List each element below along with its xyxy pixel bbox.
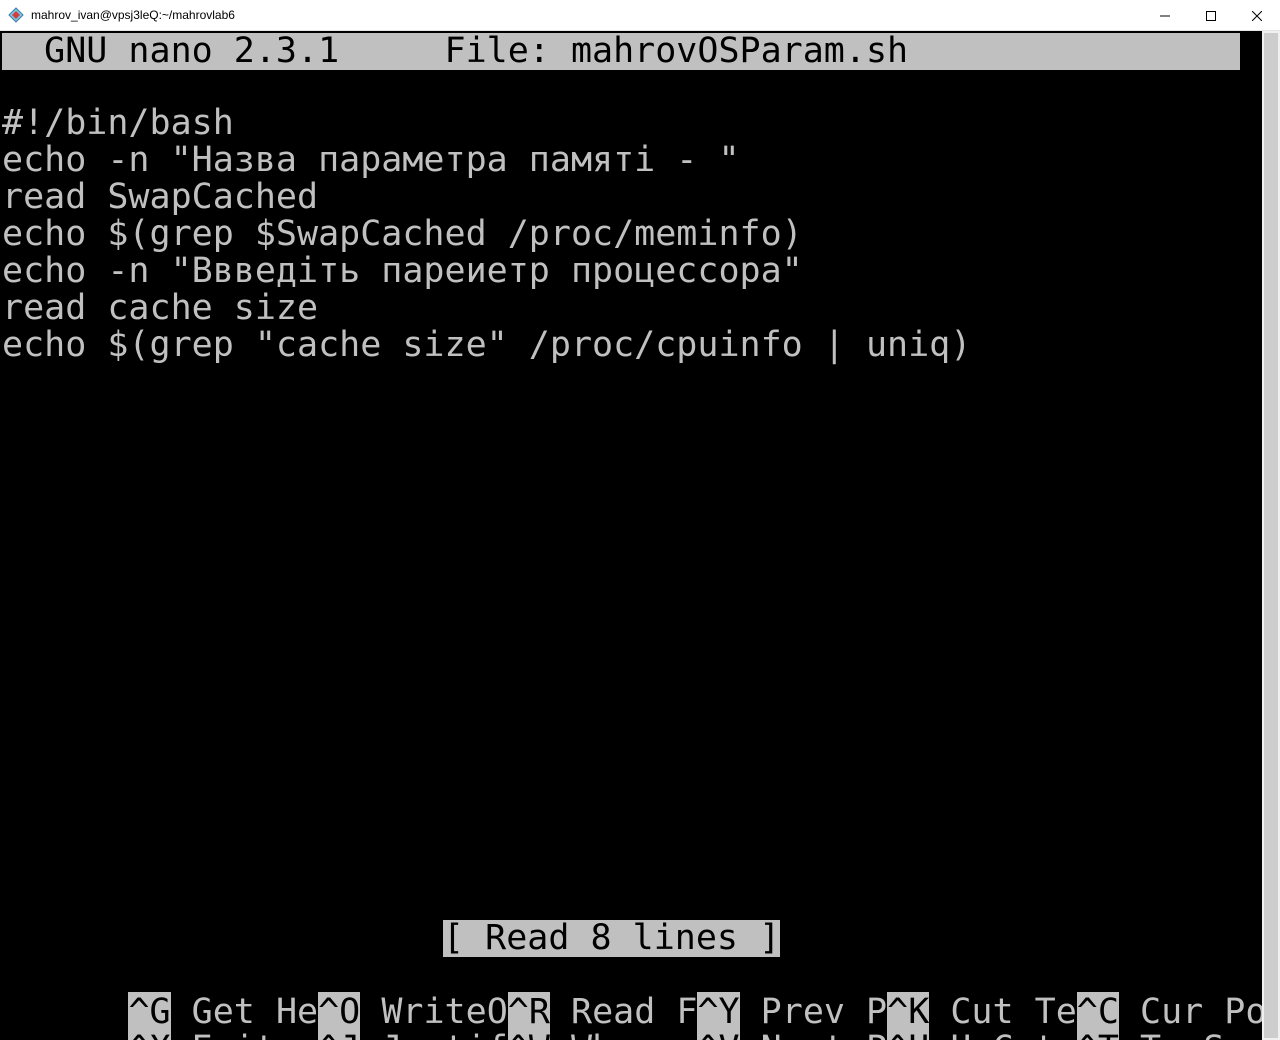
minimize-icon <box>1160 15 1170 16</box>
vertical-scrollbar[interactable] <box>1262 31 1280 1040</box>
title-bar: mahrov_ivan@vpsj3leQ:~/mahrovlab6 <box>0 0 1280 31</box>
code-line[interactable]: read SwapCached <box>2 179 318 216</box>
shortcut-where-is[interactable]: ^W Where <box>507 1029 698 1040</box>
maximize-icon <box>1206 10 1216 21</box>
code-line[interactable]: echo -n "Назва параметра памяті - " <box>2 142 740 179</box>
code-line[interactable]: read cache size <box>2 290 318 327</box>
minimize-button[interactable] <box>1142 0 1188 31</box>
status-message: [ Read 8 lines ] <box>443 918 781 958</box>
terminal-area[interactable]: GNU nano 2.3.1 File: mahrovOSParam.sh #!… <box>0 31 1262 1040</box>
shortcut-to-spell[interactable]: ^T To Spell <box>1076 1029 1262 1040</box>
window-title: mahrov_ivan@vpsj3leQ:~/mahrovlab6 <box>31 8 235 22</box>
maximize-button[interactable] <box>1188 0 1234 31</box>
code-line[interactable]: echo -n "Ввведіть пареиетр процессора" <box>2 253 803 290</box>
shortcut-bar-bottom: ^X Exit ^J Justif^W Where ^V Next P^U Un… <box>2 994 1262 1040</box>
shortcut-uncut[interactable]: ^U UnCut <box>887 1029 1077 1040</box>
code-line[interactable]: echo $(grep $SwapCached /proc/meminfo) <box>2 216 803 253</box>
shortcut-bar-top: ^G Get He^O WriteO^R Read F^Y Prev P^K C… <box>2 957 1262 1032</box>
shortcut-exit[interactable]: ^X Exit <box>128 1029 318 1040</box>
close-icon <box>1252 10 1262 21</box>
scrollbar-thumb[interactable] <box>1264 33 1278 1038</box>
code-line[interactable]: #!/bin/bash <box>2 105 234 142</box>
shortcut-next-page[interactable]: ^V Next P <box>697 1029 887 1040</box>
terminal-window: mahrov_ivan@vpsj3leQ:~/mahrovlab6 GNU na… <box>0 0 1280 1040</box>
shortcut-justify[interactable]: ^J Justif <box>318 1029 508 1040</box>
putty-icon <box>8 7 24 23</box>
nano-header: GNU nano 2.3.1 File: mahrovOSParam.sh <box>2 33 1240 70</box>
code-line[interactable]: echo $(grep "cache size" /proc/cpuinfo |… <box>2 327 971 364</box>
close-button[interactable] <box>1234 0 1280 31</box>
